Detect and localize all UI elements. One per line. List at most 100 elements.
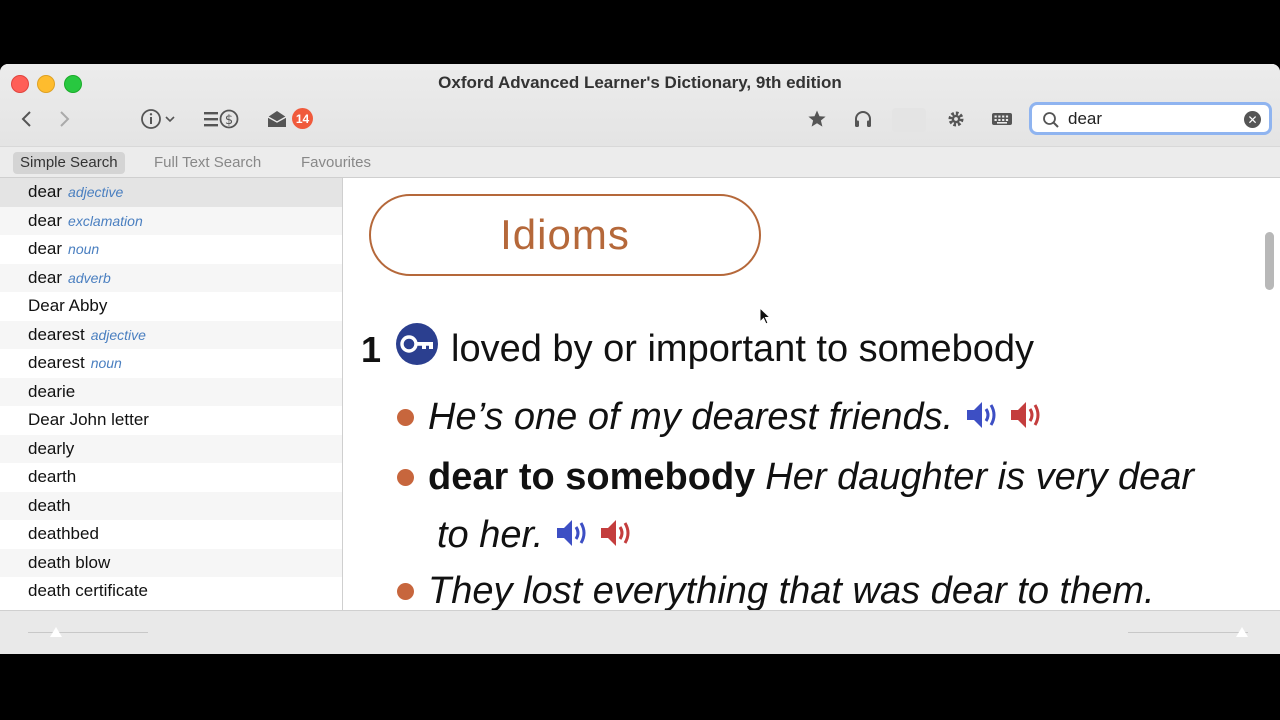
uk-pronunciation-button[interactable]: [555, 516, 591, 555]
list-item[interactable]: dearly: [0, 434, 342, 463]
sense-number: 1: [361, 328, 382, 370]
svg-text:$: $: [225, 113, 233, 128]
headword: dear: [28, 210, 63, 230]
forward-button[interactable]: [55, 107, 75, 131]
settings-button[interactable]: [945, 107, 967, 131]
search-scope-bar: Simple Search Full Text Search Favourites: [0, 146, 1280, 178]
example-1: He’s one of my dearest friends.: [397, 396, 1045, 439]
list-dollar-icon: $: [204, 109, 239, 129]
chevron-right-icon: [60, 111, 70, 127]
sense-1: 1 loved by or important to somebody: [361, 322, 1034, 371]
inbox-button[interactable]: [266, 107, 288, 131]
list-item[interactable]: Dear Abby: [0, 292, 342, 321]
star-icon: [808, 110, 826, 127]
headword: dear: [28, 182, 63, 201]
example-text: They lost everything that was dear to th…: [428, 570, 1155, 610]
list-item[interactable]: dear noun: [0, 235, 342, 264]
headphones-icon: [855, 111, 871, 127]
list-item[interactable]: dear adjective: [0, 178, 342, 207]
headword: dearth: [28, 467, 77, 486]
list-item[interactable]: Dear John letter: [0, 406, 342, 435]
headword: dearest: [28, 324, 85, 344]
app-window: Oxford Advanced Learner's Dictionary, 9t…: [0, 64, 1280, 654]
info-icon: [140, 109, 161, 129]
example-2-continued: to her.: [437, 514, 635, 557]
window-title: Oxford Advanced Learner's Dictionary, 9t…: [438, 73, 842, 92]
example-text: He’s one of my dearest friends.: [428, 396, 954, 438]
headword: Dear Abby: [28, 296, 108, 315]
headword: death certificate: [28, 581, 149, 600]
headword: dear: [28, 267, 63, 287]
blank-toolbar-button[interactable]: [892, 108, 926, 132]
bottom-bar: [0, 610, 1280, 654]
list-item[interactable]: dearie: [0, 377, 342, 406]
example-3: They lost everything that was dear to th…: [397, 570, 1155, 610]
audio-button[interactable]: [852, 107, 874, 131]
headword: dear: [28, 239, 63, 258]
search-input[interactable]: [1068, 108, 1238, 130]
mouse-cursor-icon: [759, 307, 771, 325]
speaker-icon: [1011, 402, 1040, 428]
favourite-button[interactable]: [806, 107, 828, 131]
results-list: dear adjective dear exclamation dear noun dear…: [0, 178, 343, 610]
idioms-button[interactable]: Idioms: [369, 194, 761, 276]
list-item[interactable]: dear adverb: [0, 263, 342, 292]
keyboard-button[interactable]: [990, 107, 1014, 131]
keyboard-icon: [992, 113, 1012, 125]
list-item[interactable]: death: [0, 491, 342, 520]
clear-search-button[interactable]: ✕: [1244, 111, 1261, 128]
slider-knob[interactable]: [1236, 627, 1248, 637]
list-item[interactable]: death certificate: [0, 577, 342, 606]
left-size-slider[interactable]: [28, 624, 148, 637]
part-of-speech: adjective: [90, 326, 146, 343]
example-text: Her daughter is very dear: [765, 456, 1195, 498]
example-2: dear to somebody Her daughter is very de…: [397, 456, 1194, 499]
us-pronunciation-button[interactable]: [599, 516, 635, 555]
inbox-badge: 14: [292, 108, 313, 129]
oxford-3000-key-icon: [396, 322, 439, 365]
title-bar: Oxford Advanced Learner's Dictionary, 9t…: [0, 64, 1280, 146]
part-of-speech: adjective: [68, 184, 124, 200]
speaker-icon: [557, 520, 586, 546]
chevron-down-icon: [164, 116, 175, 123]
uk-pronunciation-button[interactable]: [965, 398, 1001, 437]
gear-icon: [948, 111, 964, 127]
headword: dearie: [28, 381, 76, 401]
back-button[interactable]: [16, 107, 36, 131]
headword: dearest: [28, 353, 85, 372]
scope-tab-simple-search[interactable]: Simple Search: [13, 152, 125, 174]
example-bullet: [397, 469, 414, 486]
scope-tab-full-text-search[interactable]: Full Text Search: [147, 152, 268, 174]
us-pronunciation-button[interactable]: [1009, 398, 1045, 437]
list-item[interactable]: deathbed: [0, 520, 342, 549]
headword: Dear John letter: [28, 410, 149, 429]
list-item[interactable]: dearth: [0, 463, 342, 492]
part-of-speech: noun: [90, 355, 122, 371]
right-size-slider[interactable]: [1128, 624, 1248, 637]
example-collocation: dear to somebody: [428, 456, 756, 498]
list-item[interactable]: dearest adjective: [0, 320, 342, 349]
headword: death: [28, 495, 71, 515]
part-of-speech: exclamation: [68, 212, 143, 229]
scope-tab-favourites[interactable]: Favourites: [294, 152, 378, 174]
open-envelope-icon: [267, 111, 287, 127]
example-bullet: [397, 583, 414, 600]
example-text: to her.: [437, 514, 544, 556]
search-field[interactable]: ✕: [1029, 102, 1272, 135]
content-scrollbar-thumb[interactable]: [1265, 232, 1274, 290]
close-icon: ✕: [1247, 112, 1258, 127]
part-of-speech: adverb: [68, 269, 111, 286]
slider-knob[interactable]: [50, 627, 62, 637]
speaker-icon: [601, 520, 630, 546]
example-bullet: [397, 409, 414, 426]
list-item[interactable]: dear exclamation: [0, 206, 342, 235]
headword: deathbed: [28, 524, 99, 543]
list-item[interactable]: dearest noun: [0, 349, 342, 378]
word-list-button[interactable]: $: [202, 107, 240, 131]
chevron-left-icon: [21, 111, 31, 127]
info-menu-button[interactable]: [138, 107, 176, 131]
list-item[interactable]: death blow: [0, 548, 342, 577]
search-icon: [1043, 112, 1059, 128]
speaker-icon: [967, 402, 996, 428]
entry-content: Idioms 1 loved by or important to somebo…: [343, 178, 1280, 610]
